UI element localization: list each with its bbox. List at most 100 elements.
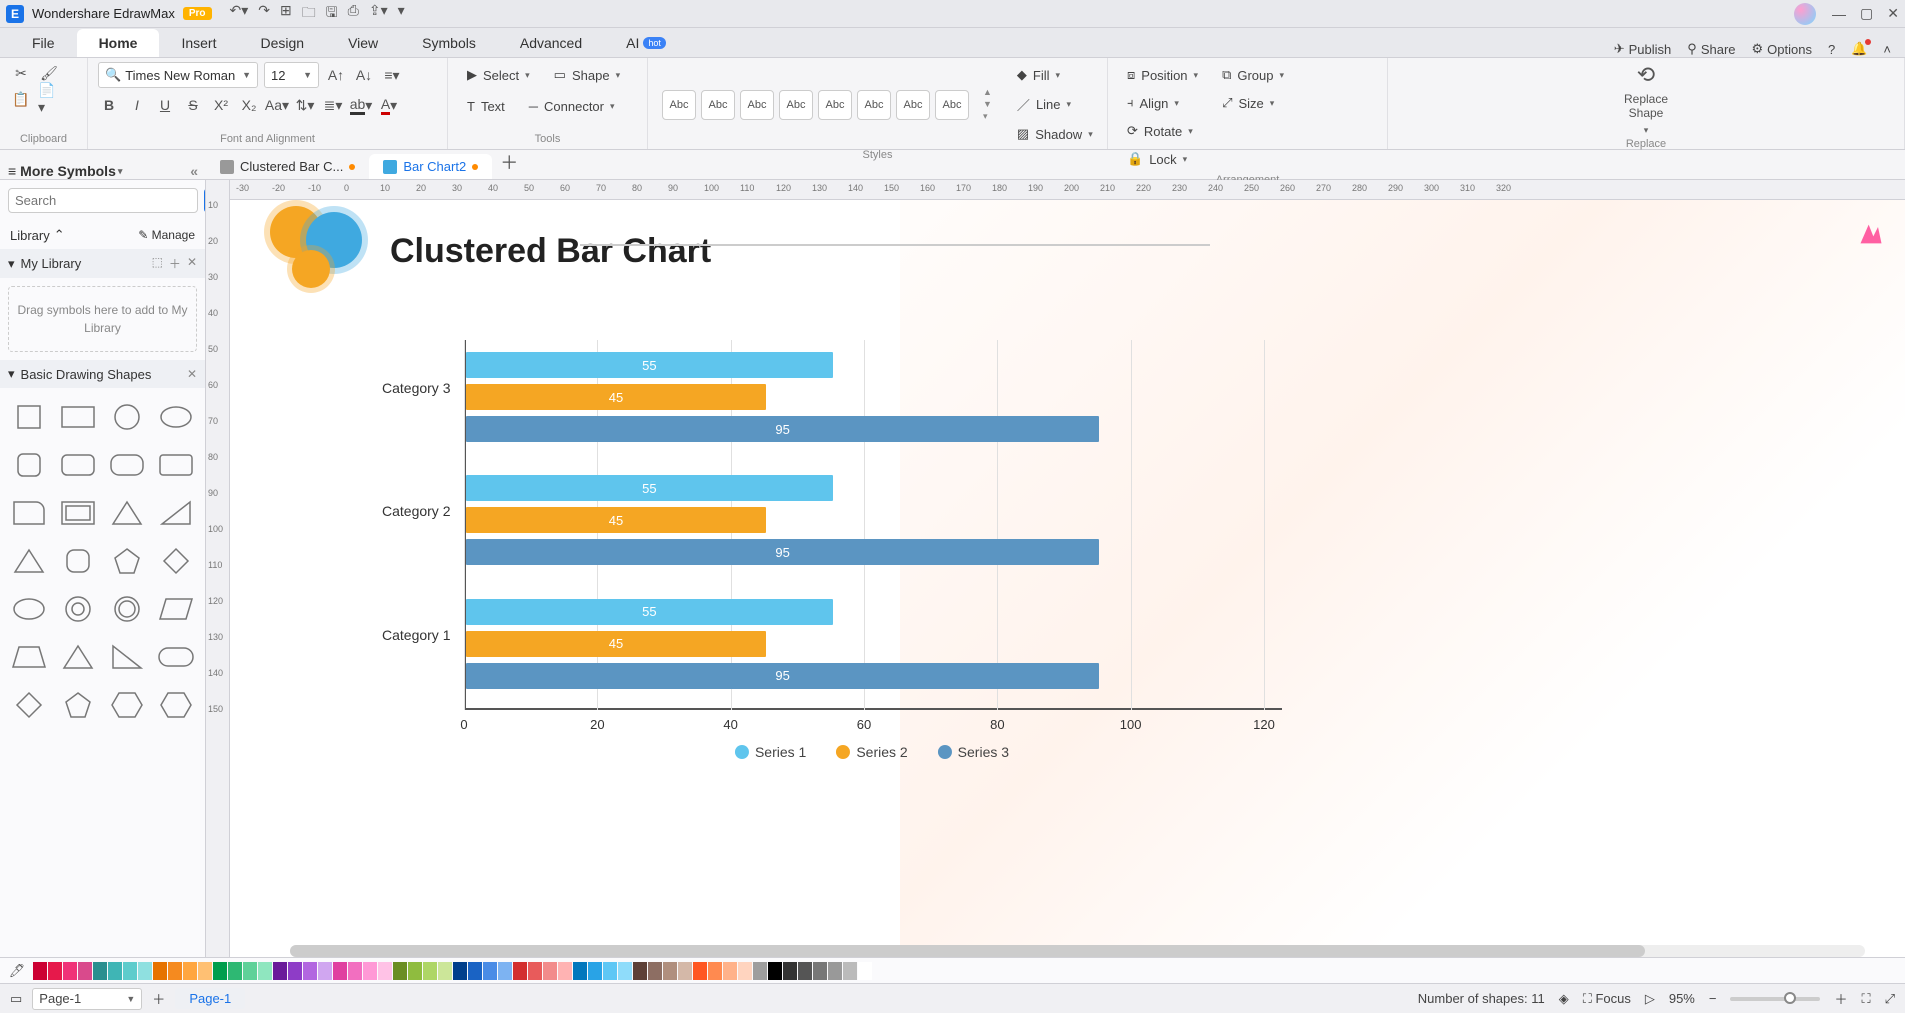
palette-swatch[interactable] (693, 962, 707, 980)
palette-swatch[interactable] (183, 962, 197, 980)
shape-pill[interactable] (156, 638, 195, 676)
shape-right-triangle-up[interactable] (156, 494, 195, 532)
palette-swatch[interactable] (48, 962, 62, 980)
size-button[interactable]: ⤢ Size▾ (1213, 90, 1293, 116)
palette-swatch[interactable] (168, 962, 182, 980)
line-spacing-icon[interactable]: ⇅▾ (294, 94, 316, 116)
bar[interactable]: 45 (466, 507, 766, 533)
palette-swatch[interactable] (228, 962, 242, 980)
shape-tool-button[interactable]: ▭ Shape ▾ (545, 62, 629, 88)
shape-trapezoid[interactable] (10, 638, 49, 676)
palette-swatch[interactable] (783, 962, 797, 980)
palette-swatch[interactable] (858, 962, 872, 980)
style-swatch[interactable]: Abc (779, 90, 813, 120)
style-swatch[interactable]: Abc (935, 90, 969, 120)
palette-swatch[interactable] (108, 962, 122, 980)
palette-swatch[interactable] (438, 962, 452, 980)
replace-shape-button[interactable]: ⟲ Replace Shape ▾ (1624, 62, 1668, 136)
lock-button[interactable]: 🔒 Lock▾ (1118, 146, 1202, 172)
palette-swatch[interactable] (528, 962, 542, 980)
position-button[interactable]: ⧈ Position▾ (1118, 62, 1207, 88)
palette-swatch[interactable] (63, 962, 77, 980)
shape-hexagon2[interactable] (156, 686, 195, 724)
avatar[interactable] (1794, 3, 1816, 25)
shape-frame[interactable] (59, 494, 98, 532)
palette-swatch[interactable] (273, 962, 287, 980)
mylib-import-icon[interactable]: ⬚ (152, 255, 163, 272)
shape-pentagon[interactable] (108, 542, 147, 580)
minimize-icon[interactable]: — (1832, 6, 1846, 22)
menu-symbols[interactable]: Symbols (400, 29, 498, 57)
style-swatch[interactable]: Abc (740, 90, 774, 120)
page-tab[interactable]: Page-1 (175, 988, 245, 1009)
menu-file[interactable]: File (10, 29, 77, 57)
zoom-out-button[interactable]: − (1709, 991, 1717, 1006)
palette-swatch[interactable] (258, 962, 272, 980)
zoom-in-button[interactable]: ＋ (1834, 989, 1847, 1008)
palette-swatch[interactable] (603, 962, 617, 980)
options-button[interactable]: ⚙ Options (1752, 41, 1812, 57)
palette-swatch[interactable] (318, 962, 332, 980)
bar[interactable]: 55 (466, 352, 833, 378)
group-button[interactable]: ⧉ Group▾ (1213, 62, 1293, 88)
bar-chart[interactable]: 020406080100120Category 3554595Category … (462, 340, 1282, 740)
palette-swatch[interactable] (708, 962, 722, 980)
style-swatch[interactable]: Abc (662, 90, 696, 120)
shape-triangle[interactable] (108, 494, 147, 532)
decrease-font-icon[interactable]: A↓ (353, 64, 375, 86)
shape-rounded-rect[interactable] (59, 446, 98, 484)
manage-link[interactable]: ✎ Manage (138, 228, 195, 242)
palette-swatch[interactable] (513, 962, 527, 980)
palette-swatch[interactable] (93, 962, 107, 980)
maximize-icon[interactable]: ▢ (1860, 5, 1873, 22)
menu-home[interactable]: Home (77, 29, 160, 57)
add-page-button[interactable]: ＋ (152, 989, 165, 1008)
palette-swatch[interactable] (333, 962, 347, 980)
palette-swatch[interactable] (198, 962, 212, 980)
palette-swatch[interactable] (498, 962, 512, 980)
align-button[interactable]: ⫞ Align▾ (1118, 90, 1207, 116)
collapse-ribbon-icon[interactable]: ˄ (1883, 42, 1891, 57)
palette-swatch[interactable] (288, 962, 302, 980)
palette-swatch[interactable] (543, 962, 557, 980)
palette-swatch[interactable] (138, 962, 152, 980)
add-tab-button[interactable]: ＋ (492, 145, 526, 179)
shape-diamond[interactable] (156, 542, 195, 580)
bar[interactable]: 55 (466, 475, 833, 501)
mylib-add-icon[interactable]: ＋ (169, 255, 181, 272)
palette-swatch[interactable] (678, 962, 692, 980)
palette-swatch[interactable] (843, 962, 857, 980)
menu-view[interactable]: View (326, 29, 400, 57)
menu-insert[interactable]: Insert (159, 29, 238, 57)
shape-right-triangle[interactable] (108, 638, 147, 676)
palette-swatch[interactable] (33, 962, 47, 980)
doc-tab[interactable]: Clustered Bar C... (206, 154, 369, 179)
copy-icon[interactable]: 📋 (10, 88, 32, 110)
mylib-close-icon[interactable]: ✕ (187, 255, 197, 272)
shape-triangle3[interactable] (59, 638, 98, 676)
shape-rounded-hex[interactable] (59, 542, 98, 580)
save-icon[interactable]: 🖫 (326, 2, 338, 26)
redo-icon[interactable]: ↷ (258, 2, 270, 26)
palette-swatch[interactable] (618, 962, 632, 980)
palette-swatch[interactable] (738, 962, 752, 980)
palette-swatch[interactable] (558, 962, 572, 980)
italic-icon[interactable]: I (126, 94, 148, 116)
share-button[interactable]: ⚲ Share (1687, 41, 1735, 57)
cut-icon[interactable]: ✂ (10, 62, 32, 84)
palette-swatch[interactable] (393, 962, 407, 980)
page-list-icon[interactable]: ▭ (10, 991, 22, 1007)
menu-ai[interactable]: AI hot (604, 29, 688, 57)
palette-swatch[interactable] (153, 962, 167, 980)
palette-swatch[interactable] (378, 962, 392, 980)
library-expand-icon[interactable]: ⌃ (54, 227, 65, 243)
menu-design[interactable]: Design (238, 29, 326, 57)
style-swatch[interactable]: Abc (896, 90, 930, 120)
style-swatch[interactable]: Abc (857, 90, 891, 120)
shape-rounded-square[interactable] (10, 446, 49, 484)
palette-swatch[interactable] (363, 962, 377, 980)
increase-font-icon[interactable]: A↑ (325, 64, 347, 86)
bar[interactable]: 95 (466, 539, 1099, 565)
palette-swatch[interactable] (663, 962, 677, 980)
print-icon[interactable]: ⎙ (348, 2, 359, 26)
